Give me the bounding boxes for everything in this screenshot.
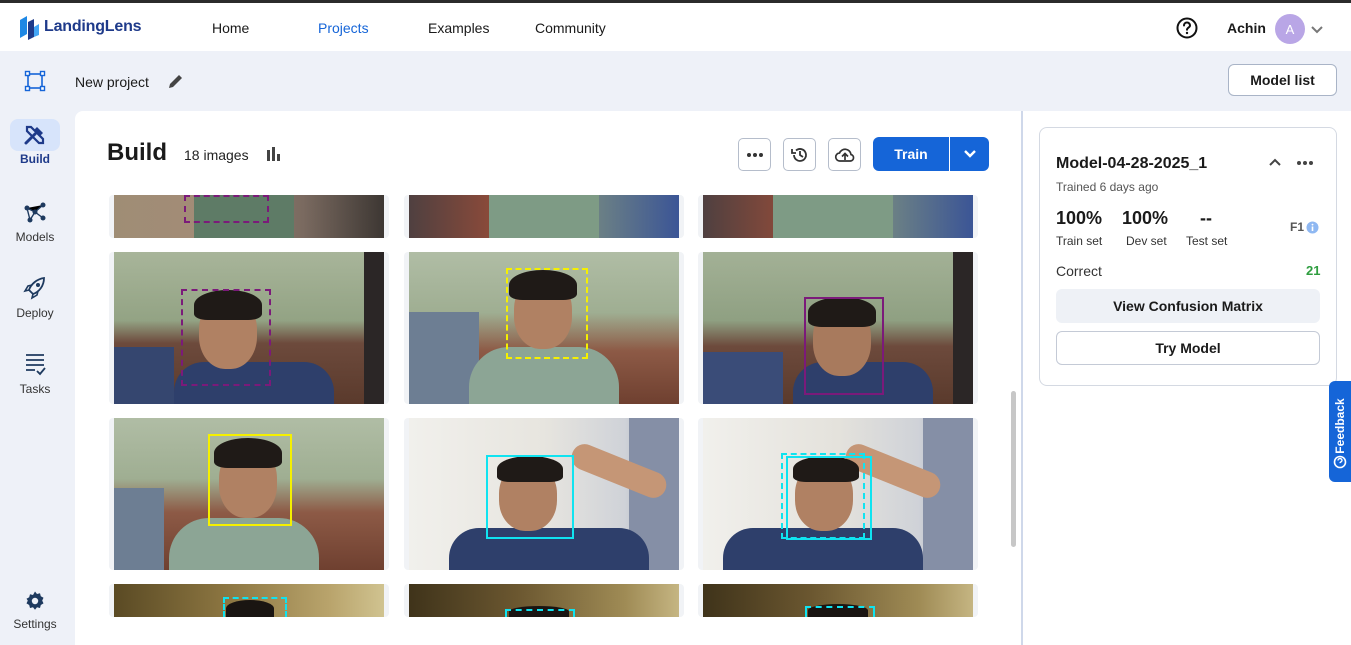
project-name: New project <box>75 74 149 90</box>
test-set-value: -- <box>1200 208 1212 228</box>
avatar[interactable]: A <box>1275 14 1305 44</box>
upload-button[interactable] <box>828 138 861 171</box>
rocket-icon <box>23 276 45 300</box>
image-tile[interactable] <box>404 252 684 404</box>
user-name[interactable]: Achin <box>1227 20 1266 36</box>
sidebar-label-build: Build <box>20 152 50 166</box>
cloud-upload-icon <box>834 147 854 162</box>
info-icon[interactable] <box>1306 221 1319 234</box>
chevron-down-icon <box>963 150 976 158</box>
image-tile[interactable] <box>698 195 978 238</box>
bounding-box <box>223 597 287 617</box>
ellipsis-icon[interactable] <box>1296 160 1314 166</box>
top-navbar: LandingLens Home Projects Examples Commu… <box>0 3 1351 51</box>
image-tile[interactable] <box>698 584 978 617</box>
ellipsis-icon <box>746 152 763 157</box>
sidebar-item-deploy[interactable]: Deploy <box>0 275 70 320</box>
image-tile[interactable] <box>109 418 389 570</box>
bar-chart-icon[interactable] <box>265 146 281 162</box>
train-set-label: Train set <box>1056 234 1103 248</box>
image-tile[interactable] <box>404 584 684 617</box>
page-title: Build <box>107 139 167 166</box>
dev-set-value: 100% <box>1122 208 1169 228</box>
nav-projects[interactable]: Projects <box>318 20 369 36</box>
image-tile[interactable] <box>698 418 978 570</box>
metric-label[interactable]: F1 <box>1290 220 1304 234</box>
image-tile[interactable] <box>109 584 389 617</box>
model-name: Model-04-28-2025_1 <box>1056 155 1208 172</box>
models-network-icon <box>24 202 46 223</box>
sidebar-item-build[interactable]: Build <box>0 123 70 166</box>
image-grid <box>75 195 1021 617</box>
pencil-edit-icon[interactable] <box>167 72 185 90</box>
correct-value: 21 <box>1306 263 1321 278</box>
image-count: 18 images <box>184 147 249 163</box>
tasks-list-icon <box>26 354 46 376</box>
bounding-box <box>805 606 875 617</box>
scrollbar[interactable] <box>1011 391 1016 547</box>
nav-examples[interactable]: Examples <box>428 20 489 36</box>
image-tile[interactable] <box>404 418 684 570</box>
build-tools-icon <box>24 125 45 145</box>
brand-name: LandingLens <box>44 18 142 35</box>
model-panel: Model-04-28-2025_1 Trained 6 days ago 10… <box>1023 111 1351 645</box>
correct-label: Correct <box>1056 263 1102 279</box>
build-panel: Build 18 images Train <box>75 111 1021 645</box>
help-icon[interactable] <box>1176 17 1198 39</box>
sidebar-item-tasks[interactable]: Tasks <box>0 351 70 396</box>
landinglens-logo[interactable]: LandingLens <box>18 14 142 40</box>
bounding-box <box>786 456 872 540</box>
model-card: Model-04-28-2025_1 Trained 6 days ago 10… <box>1039 127 1337 386</box>
model-list-button[interactable]: Model list <box>1228 64 1337 96</box>
sidebar-item-settings[interactable]: Settings <box>0 590 70 631</box>
sidebar-label-tasks: Tasks <box>19 382 51 396</box>
project-frame-icon[interactable] <box>24 70 46 92</box>
view-confusion-matrix-button[interactable]: View Confusion Matrix <box>1056 289 1320 323</box>
image-tile[interactable] <box>109 252 389 404</box>
test-set-label: Test set <box>1186 234 1228 248</box>
landinglens-logo-icon <box>20 16 39 40</box>
train-dropdown-button[interactable] <box>950 137 989 171</box>
bounding-box <box>181 289 271 386</box>
sidebar-label-models: Models <box>15 230 55 244</box>
image-tile[interactable] <box>404 195 684 238</box>
nav-home[interactable]: Home <box>212 20 249 36</box>
history-icon <box>790 147 807 162</box>
feedback-icon <box>1333 455 1347 469</box>
bounding-box <box>486 455 574 539</box>
history-button[interactable] <box>783 138 816 171</box>
try-model-button[interactable]: Try Model <box>1056 331 1320 365</box>
sidebar-label-deploy: Deploy <box>16 306 54 320</box>
bounding-box <box>208 434 292 526</box>
train-button[interactable]: Train <box>873 137 949 171</box>
trained-time: Trained 6 days ago <box>1056 180 1159 194</box>
feedback-tab[interactable]: Feedback <box>1329 381 1351 482</box>
bounding-box <box>506 268 588 359</box>
bounding-box <box>184 195 269 223</box>
gear-icon <box>26 591 44 610</box>
sidebar-item-models[interactable]: Models <box>0 199 70 244</box>
nav-community[interactable]: Community <box>535 20 606 36</box>
chevron-up-icon[interactable] <box>1268 157 1282 167</box>
chevron-down-icon[interactable] <box>1309 21 1325 37</box>
sidebar-label-settings: Settings <box>13 617 57 631</box>
train-set-value: 100% <box>1056 208 1103 228</box>
more-options-button[interactable] <box>738 138 771 171</box>
bounding-box <box>505 609 575 617</box>
image-tile[interactable] <box>698 252 978 404</box>
image-tile[interactable] <box>109 195 389 238</box>
bounding-box <box>804 297 884 395</box>
dev-set-label: Dev set <box>1126 234 1167 248</box>
